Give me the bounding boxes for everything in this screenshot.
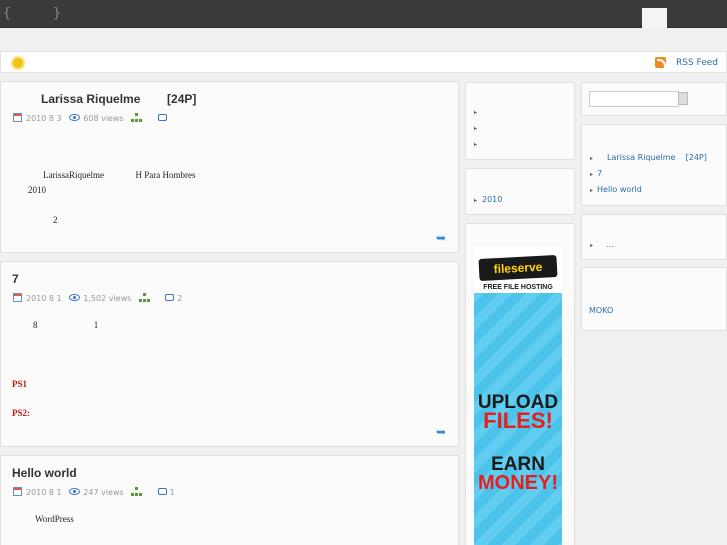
post-title[interactable]: Larissa Riquelme [24P] [41,92,196,106]
bullet-icon: ▸ [590,171,594,178]
read-more-icon[interactable] [436,231,450,245]
site-logo-right[interactable]: } [53,6,61,21]
calendar-icon [13,113,22,122]
search-button[interactable] [678,92,688,105]
calendar-icon [13,293,22,302]
rss-icon[interactable] [655,57,666,68]
comment-icon[interactable] [165,294,175,301]
post-text: 2010 [28,185,46,195]
archive-link[interactable]: 2010 [482,195,502,204]
views-icon [69,114,81,121]
recent-post-link[interactable]: Larissa Riquelme [24P] [607,153,707,162]
fileserve-ad-banner[interactable]: fileserve FREE FILE HOSTING UPLOAD FILES… [474,247,562,545]
bullet-icon: ▸ [474,109,478,116]
bullet-icon: ▸ [474,197,478,204]
post-date: 2010 8 3 [26,114,62,123]
post-comments[interactable]: 2 [177,294,182,303]
ad-text: FILES! [483,408,553,433]
post-text: 2 [53,215,58,225]
ad-header: fileserve FREE FILE HOSTING [474,247,562,293]
ad-text: MONEY! [478,472,558,494]
fileserve-logo: fileserve [478,254,558,282]
bullet-icon: ▸ [474,125,478,132]
post-views: 608 views [83,114,124,123]
post-text: 8 1 [33,320,99,330]
post-card: 7 2010 8 1 1,502 views 2 8 1 PS1 PS2: [0,261,459,447]
recent-post-link[interactable]: 7 [597,169,602,178]
post-views: 1,502 views [83,294,132,303]
post-comments[interactable]: 1 [170,488,175,497]
sidebar-pages-widget: ▸ ▸ ▸ [465,82,575,160]
category-icon[interactable] [131,487,142,496]
post-text: WordPress [35,514,74,524]
comment-icon[interactable] [157,488,167,495]
post-text: PS2: [12,408,30,418]
post-text: PS1 [12,379,28,389]
category-icon[interactable] [138,293,150,302]
read-more-icon[interactable] [436,425,450,439]
post-text: LarissaRiquelme H Para Hombres [43,170,196,180]
blogroll-link[interactable]: MOKO [589,306,613,315]
post-title[interactable]: Hello world [12,466,77,480]
sidebar-recent-posts-widget: ▸ Larissa Riquelme [24P] ▸ 7 ▸ Hello wor… [581,124,727,206]
site-logo-left[interactable]: { [3,6,11,21]
sidebar-comments-widget: ▸ ... [581,214,727,260]
bullet-icon: ▸ [590,242,594,249]
views-icon [69,294,81,301]
sidebar-archive-widget: ▸ 2010 [465,168,575,215]
bullet-icon: ▸ [590,187,594,194]
comment-icon[interactable] [157,114,167,121]
rss-feed-link[interactable]: RSS Feed [676,58,718,68]
recent-comment-link[interactable]: ... [606,240,614,249]
post-card: Hello world 2010 8 1 247 views 1 WordPre… [0,455,459,545]
recent-post-link[interactable]: Hello world [597,185,642,194]
category-icon[interactable] [131,113,142,122]
post-title[interactable]: 7 [12,272,19,286]
sub-bar: RSS Feed [0,51,727,73]
post-meta: 2010 8 3 608 views [13,113,170,123]
post-date: 2010 8 1 [26,294,62,303]
sidebar-links-widget: MOKO [581,267,727,331]
calendar-icon [13,487,22,496]
post-meta: 2010 8 1 1,502 views 2 [13,293,182,303]
views-icon [69,488,81,495]
bullet-icon: ▸ [590,155,594,162]
top-nav-tab[interactable] [642,8,667,28]
post-date: 2010 8 1 [26,488,62,497]
post-views: 247 views [83,488,124,497]
top-bar: { } [0,0,727,28]
bullet-icon: ▸ [474,141,478,148]
post-card: Larissa Riquelme [24P] 2010 8 3 608 view… [0,81,459,253]
post-meta: 2010 8 1 247 views 1 [13,487,175,497]
search-input[interactable] [589,91,679,107]
ad-tagline: FREE FILE HOSTING [483,284,553,291]
sun-icon[interactable] [13,58,23,68]
